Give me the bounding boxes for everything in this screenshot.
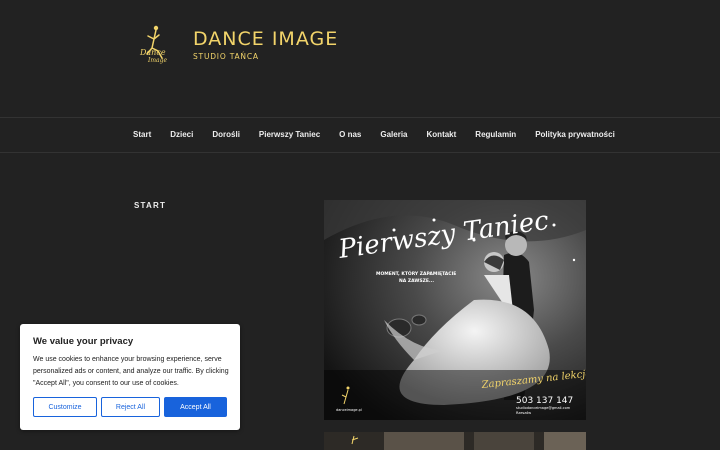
site-subtitle: STUDIO TAŃCA [193, 52, 259, 61]
reject-all-button[interactable]: Reject All [101, 397, 160, 417]
cookie-consent-banner: We value your privacy We use cookies to … [20, 324, 240, 430]
site-title[interactable]: DANCE IMAGE [193, 28, 338, 50]
nav-item-galeria[interactable]: Galeria [380, 130, 407, 139]
first-dance-poster: Pierwszy Taniec MOMENT, KTÓRY ZAPAMIĘTAC… [324, 200, 586, 420]
poster-artwork: Pierwszy Taniec MOMENT, KTÓRY ZAPAMIĘTAC… [324, 200, 586, 420]
nav-item-pierwszy-taniec[interactable]: Pierwszy Taniec [259, 130, 320, 139]
accept-all-button[interactable]: Accept All [164, 397, 227, 417]
page-title: START [134, 201, 167, 210]
poster-tagline-1: MOMENT, KTÓRY ZAPAMIĘTACIE [376, 270, 456, 277]
cookie-description: We use cookies to enhance your browsing … [33, 356, 229, 387]
cookie-title: We value your privacy [33, 336, 134, 347]
nav-item-dzieci[interactable]: Dzieci [170, 130, 193, 139]
poster-location: Rzeszów [516, 411, 531, 415]
poster-website: danceimage.pl [336, 408, 362, 412]
poster-tagline-2: NA ZAWSZE... [399, 278, 434, 284]
poster-email: studiodanceimage@gmail.com [516, 406, 571, 410]
customize-button[interactable]: Customize [33, 397, 97, 417]
second-poster [324, 432, 586, 450]
nav-item-regulamin[interactable]: Regulamin [475, 130, 516, 139]
dancer-logo-icon[interactable]: Dance Image [136, 24, 172, 64]
nav-item-o-nas[interactable]: O nas [339, 130, 361, 139]
svg-text:Image: Image [147, 57, 167, 64]
nav-item-dorosli[interactable]: Dorośli [212, 130, 240, 139]
poster-phone: 503 137 147 [516, 396, 573, 406]
nav-item-start[interactable]: Start [133, 130, 151, 139]
main-navigation: Start Dzieci Dorośli Pierwszy Taniec O n… [0, 117, 720, 153]
nav-item-polityka-prywatnosci[interactable]: Polityka prywatności [535, 130, 615, 139]
site-header: Dance Image DANCE IMAGE STUDIO TAŃCA [0, 0, 720, 117]
svg-text:Dance: Dance [139, 48, 166, 57]
nav-item-kontakt[interactable]: Kontakt [427, 130, 457, 139]
